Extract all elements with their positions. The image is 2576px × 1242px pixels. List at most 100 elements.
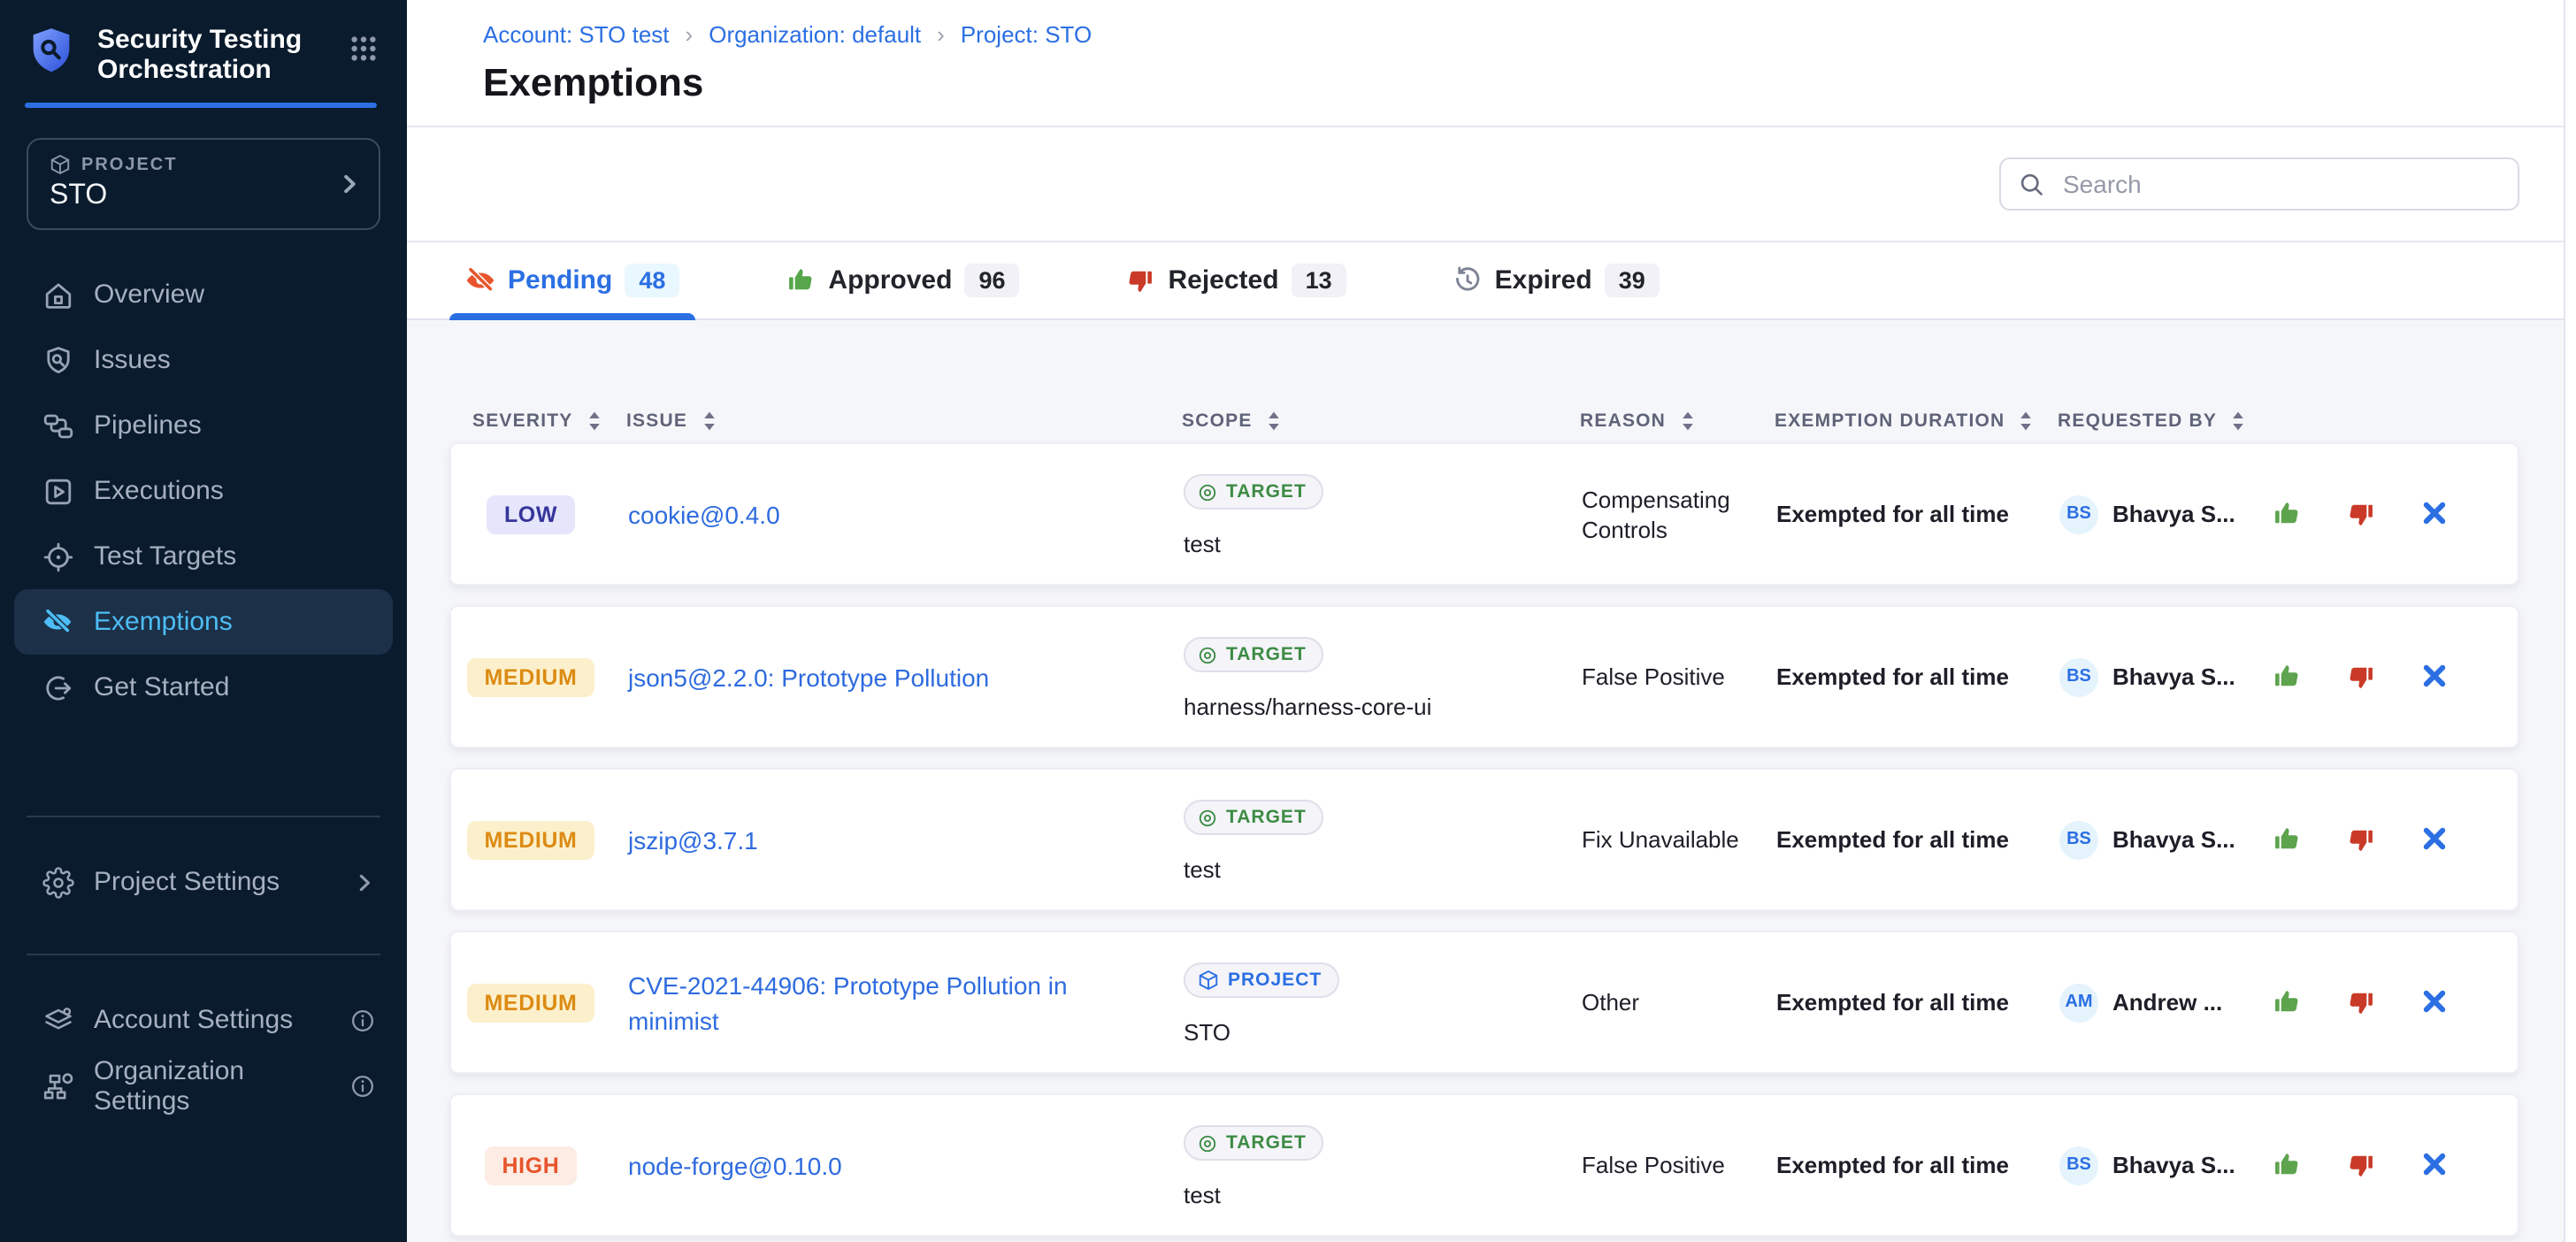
sidebar-item-pipelines[interactable]: Pipelines	[14, 393, 393, 458]
info-icon[interactable]	[350, 1008, 375, 1032]
exemption-row[interactable]: HIGHnode-forge@0.10.0TARGETtestFalse Pos…	[449, 1093, 2519, 1237]
sidebar-item-label: Issues	[94, 345, 171, 375]
tab-rejected[interactable]: Rejected13	[1110, 242, 1362, 318]
sidebar-item-account-settings[interactable]: Account Settings	[14, 987, 393, 1053]
scope-name: test	[1184, 856, 1221, 883]
issue-cell: cookie@0.4.0	[610, 496, 1169, 532]
cancel-button[interactable]	[2420, 824, 2450, 855]
scope-type-chip: TARGET	[1184, 637, 1324, 672]
severity-badge: HIGH	[485, 1146, 578, 1184]
exemption-row[interactable]: MEDIUMjszip@3.7.1TARGETtestFix Unavailab…	[449, 768, 2519, 911]
cancel-button[interactable]	[2420, 1150, 2450, 1180]
tab-count-badge: 96	[964, 264, 1019, 297]
search-box[interactable]	[1999, 157, 2519, 211]
tab-approved[interactable]: Approved96	[770, 242, 1035, 318]
layers-gear-icon	[42, 1004, 74, 1036]
column-header-requested-by[interactable]: REQUESTED BY	[2043, 410, 2250, 432]
column-header-exemption-duration[interactable]: EXEMPTION DURATION	[1769, 410, 2043, 432]
reject-button[interactable]	[2346, 499, 2376, 529]
cancel-button[interactable]	[2420, 499, 2450, 529]
sidebar-item-label: Pipelines	[94, 410, 202, 441]
avatar: BS	[2059, 494, 2098, 533]
exemptions-list: SEVERITYISSUESCOPEREASONEXEMPTION DURATI…	[407, 322, 2576, 1242]
sidebar-item-label: Overview	[94, 280, 204, 310]
avatar: BS	[2059, 820, 2098, 859]
scope-type-chip: TARGET	[1184, 474, 1324, 510]
scope-cell: PROJECTSTO	[1169, 932, 1555, 1046]
row-actions	[2252, 499, 2518, 529]
sort-icon	[586, 410, 601, 432]
requester-name: Bhavya S...	[2112, 663, 2235, 690]
target-chip-icon	[1198, 808, 1217, 827]
target-chip-icon	[1198, 1133, 1217, 1153]
reject-button[interactable]	[2346, 824, 2376, 855]
sidebar-item-project-settings[interactable]: Project Settings	[14, 849, 393, 915]
org-hierarchy-gear-icon	[42, 1070, 74, 1101]
issue-link[interactable]: json5@2.2.0: Prototype Pollution	[628, 663, 989, 691]
column-header-severity[interactable]: SEVERITY	[449, 410, 609, 432]
chevron-right-icon	[338, 172, 361, 196]
column-label: REQUESTED BY	[2058, 410, 2217, 432]
breadcrumb-link[interactable]: Account: STO test	[483, 21, 670, 48]
sidebar-item-label: Organization Settings	[94, 1055, 331, 1116]
breadcrumb-link[interactable]: Project: STO	[961, 21, 1092, 48]
search-input[interactable]	[2059, 168, 2500, 200]
issue-link[interactable]: CVE-2021-44906: Prototype Pollution in m…	[628, 970, 1068, 1034]
tab-count-badge: 48	[625, 264, 679, 297]
target-chip-icon	[1198, 482, 1217, 502]
issue-link[interactable]: jszip@3.7.1	[628, 825, 758, 854]
approve-button[interactable]	[2272, 662, 2302, 692]
issue-link[interactable]: node-forge@0.10.0	[628, 1151, 842, 1179]
exemption-row[interactable]: MEDIUM CVE-2021-44906: Prototype Pollutio…	[449, 931, 2519, 1074]
sidebar-item-organization-settings[interactable]: Organization Settings	[14, 1053, 393, 1118]
target-icon	[42, 540, 74, 572]
approve-button[interactable]	[2272, 499, 2302, 529]
breadcrumb-link[interactable]: Organization: default	[709, 21, 921, 48]
sidebar-item-test-targets[interactable]: Test Targets	[14, 524, 393, 589]
approve-button[interactable]	[2272, 987, 2302, 1017]
project-selector[interactable]: PROJECT STO	[27, 138, 380, 230]
severity-cell: MEDIUM	[451, 983, 610, 1022]
severity-cell: MEDIUM	[451, 657, 610, 696]
column-header-reason[interactable]: REASON	[1553, 410, 1769, 432]
vertical-scrollbar[interactable]	[2564, 0, 2576, 1242]
exemption-row[interactable]: MEDIUM json5@2.2.0: Prototype Pollution TA…	[449, 605, 2519, 748]
severity-badge: LOW	[487, 494, 575, 533]
severity-badge: MEDIUM	[467, 983, 595, 1022]
thumbs-down-icon	[1126, 265, 1156, 295]
reason-cell: False Positive	[1555, 1150, 1771, 1180]
tab-pending[interactable]: Pending48	[449, 242, 695, 318]
severity-badge: MEDIUM	[467, 657, 595, 696]
shield-search-icon	[42, 344, 74, 376]
exemption-row[interactable]: LOWcookie@0.4.0TARGETtestCompensating Co…	[449, 442, 2519, 586]
tab-expired[interactable]: Expired39	[1437, 242, 1675, 318]
sidebar-item-executions[interactable]: Executions	[14, 458, 393, 524]
module-grid-icon[interactable]	[349, 34, 379, 64]
column-header-issue[interactable]: ISSUE	[609, 410, 1168, 432]
sidebar-item-issues[interactable]: Issues	[14, 327, 393, 393]
issue-cell: node-forge@0.10.0	[610, 1147, 1169, 1183]
issue-link[interactable]: cookie@0.4.0	[628, 500, 780, 528]
cancel-button[interactable]	[2420, 987, 2450, 1017]
column-header-scope[interactable]: SCOPE	[1168, 410, 1553, 432]
approve-button[interactable]	[2272, 824, 2302, 855]
tab-label: Rejected	[1169, 265, 1279, 295]
requested-by-cell: AMAndrew ...	[2045, 983, 2252, 1022]
sidebar-item-overview[interactable]: Overview	[14, 262, 393, 327]
reject-button[interactable]	[2346, 662, 2376, 692]
sidebar-item-exemptions[interactable]: Exemptions	[14, 589, 393, 655]
eye-off-icon	[42, 606, 74, 638]
approve-button[interactable]	[2272, 1150, 2302, 1180]
info-icon[interactable]	[350, 1073, 375, 1098]
sort-icon	[2019, 410, 2033, 432]
reject-button[interactable]	[2346, 1150, 2376, 1180]
sidebar-item-get-started[interactable]: Get Started	[14, 655, 393, 720]
toolbar	[407, 127, 2576, 242]
reason-cell: Compensating Controls	[1555, 484, 1771, 544]
clock-icon	[1453, 265, 1483, 295]
page-header: Account: STO test›Organization: default›…	[407, 0, 2576, 127]
cancel-button[interactable]	[2420, 662, 2450, 692]
reject-button[interactable]	[2346, 987, 2376, 1017]
row-actions	[2252, 662, 2518, 692]
breadcrumb-separator: ›	[686, 21, 694, 48]
